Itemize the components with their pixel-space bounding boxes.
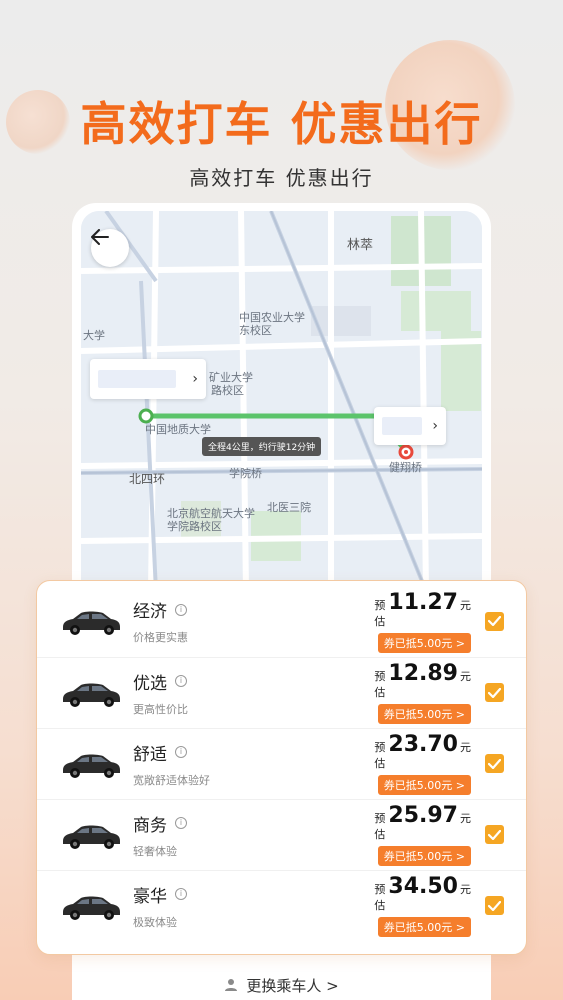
hero-subtitle: 高效打车 优惠出行	[189, 166, 374, 190]
arrow-left-icon	[91, 229, 109, 245]
ride-option-name-line: 豪华 i	[133, 882, 367, 907]
info-icon[interactable]: i	[175, 603, 187, 616]
ride-option-info: 商务 i 轻奢体验	[133, 811, 367, 859]
price-column: 预估 34.50 元券已抵5.00元 >	[367, 874, 471, 937]
ride-option-name: 舒适	[133, 744, 167, 765]
price-line: 预估 23.70 元	[367, 732, 471, 771]
ride-option-row[interactable]: 优选 i 更高性价比 预估 12.89 元券已抵5.00元 >	[37, 657, 526, 727]
ride-option-name: 优选	[133, 673, 167, 694]
checkbox-checked-icon[interactable]	[485, 825, 504, 844]
price-column: 预估 25.97 元券已抵5.00元 >	[367, 803, 471, 866]
price-prefix: 预估	[374, 741, 386, 770]
coupon-badge[interactable]: 券已抵5.00元 >	[377, 704, 471, 724]
change-passenger-label: 更换乘车人 >	[246, 976, 339, 995]
price-amount: 25.97	[388, 803, 458, 828]
ride-option-info: 舒适 i 宽敞舒适体验好	[133, 740, 367, 788]
ride-option-row[interactable]: 商务 i 轻奢体验 预估 25.97 元券已抵5.00元 >	[37, 799, 526, 869]
ride-option-desc: 价格更实惠	[133, 631, 188, 644]
price-column: 预估 12.89 元券已抵5.00元 >	[367, 661, 471, 724]
price-amount: 34.50	[388, 874, 458, 899]
ride-option-info: 经济 i 价格更实惠	[133, 597, 367, 645]
checkbox-checked-icon[interactable]	[485, 896, 504, 915]
info-icon[interactable]: i	[175, 675, 187, 687]
price-amount: 12.89	[388, 661, 458, 686]
price-unit: 元	[460, 598, 471, 612]
route-summary-tip: 全程4公里，约行驶12分钟	[202, 437, 322, 456]
map-label: 北京航空航天大学学院路校区	[167, 507, 255, 533]
pickup-address-card[interactable]: ›	[90, 359, 206, 399]
ride-option-name-line: 舒适 i	[133, 740, 367, 765]
ride-option-info: 豪华 i 极致体验	[133, 882, 367, 930]
checkbox-checked-icon[interactable]	[485, 683, 504, 702]
chevron-right-icon: ›	[432, 418, 438, 434]
ride-option-row[interactable]: 豪华 i 极致体验 预估 34.50 元券已抵5.00元 >	[37, 870, 526, 940]
ride-option-row[interactable]: 舒适 i 宽敞舒适体验好 预估 23.70 元券已抵5.00元 >	[37, 728, 526, 798]
info-icon[interactable]: i	[175, 888, 187, 900]
map-label: 中国地质大学	[145, 423, 211, 436]
price-prefix: 预估	[374, 812, 386, 841]
coupon-badge[interactable]: 券已抵5.00元 >	[377, 632, 471, 653]
ride-option-desc: 轻奢体验	[133, 844, 177, 858]
person-icon	[225, 979, 238, 991]
ride-option-info: 优选 i 更高性价比	[133, 669, 367, 717]
map-label: 大学	[83, 329, 105, 342]
price-prefix: 预估	[374, 883, 386, 912]
dropoff-address-text	[382, 417, 422, 435]
price-line: 预估 11.27 元	[367, 590, 471, 629]
ride-option-name-line: 经济 i	[133, 597, 367, 622]
map-label: 中国农业大学东校区	[239, 311, 305, 337]
coupon-badge[interactable]: 券已抵5.00元 >	[377, 775, 471, 795]
map-label: 矿业大学	[209, 371, 253, 384]
map-label: 林萃	[347, 238, 374, 253]
car-icon	[63, 611, 120, 635]
ride-option-name: 商务	[133, 815, 167, 836]
price-unit: 元	[460, 883, 471, 896]
price-line: 预估 25.97 元	[367, 803, 471, 842]
car-icon	[63, 754, 120, 778]
price-column: 预估 11.27 元券已抵5.00元 >	[367, 590, 471, 653]
price-unit: 元	[460, 670, 471, 683]
price-column: 预估 23.70 元券已抵5.00元 >	[367, 732, 471, 795]
ride-option-name: 豪华	[133, 886, 167, 907]
map-label: 路校区	[211, 384, 244, 397]
ride-option-name-line: 商务 i	[133, 811, 367, 836]
price-prefix: 预估	[374, 670, 386, 699]
ride-option-name-line: 优选 i	[133, 669, 367, 694]
map-label: 北四环	[129, 472, 166, 486]
dropoff-address-card[interactable]: ›	[374, 407, 446, 445]
price-amount: 11.27	[388, 589, 458, 615]
hero-title: 高效打车 优惠出行	[80, 97, 483, 151]
map-label: 北医三院	[267, 501, 311, 514]
price-unit: 元	[460, 812, 471, 825]
car-icon	[63, 825, 120, 849]
coupon-badge[interactable]: 券已抵5.00元 >	[377, 917, 471, 937]
price-line: 预估 12.89 元	[367, 661, 471, 700]
ride-option-desc: 宽敞舒适体验好	[133, 773, 210, 787]
ride-option-desc: 极致体验	[133, 915, 177, 929]
chevron-right-icon: ›	[192, 371, 198, 387]
back-button[interactable]	[91, 229, 129, 267]
checkbox-checked-icon[interactable]	[485, 754, 504, 773]
price-unit: 元	[460, 741, 471, 754]
car-icon	[63, 683, 120, 707]
price-amount: 23.70	[388, 732, 458, 757]
price-prefix: 预估	[374, 598, 386, 628]
coupon-badge[interactable]: 券已抵5.00元 >	[377, 846, 471, 866]
ride-options-panel: 经济 i 价格更实惠 预估 11.27 元券已抵5.00元 > 优选 i 更高性价比 预估 12.8…	[36, 580, 527, 955]
info-icon[interactable]: i	[175, 817, 187, 829]
checkbox-checked-icon[interactable]	[485, 611, 504, 631]
ride-option-name: 经济	[133, 602, 167, 622]
ride-option-desc: 更高性价比	[133, 702, 188, 716]
ride-option-row[interactable]: 经济 i 价格更实惠 预估 11.27 元券已抵5.00元 >	[37, 586, 526, 656]
map-label: 健翔桥	[389, 461, 422, 474]
info-icon[interactable]: i	[175, 746, 187, 758]
map-label: 学院桥	[229, 467, 262, 480]
map-view[interactable]: 林萃 中国农业大学东校区 矿业大学 路校区 大学 中国地质大学 北四环 学院桥 …	[81, 211, 482, 591]
car-icon	[63, 896, 120, 920]
price-line: 预估 34.50 元	[367, 874, 471, 913]
pickup-address-text	[98, 370, 176, 388]
change-passenger-button[interactable]: 更换乘车人 >	[72, 970, 491, 1000]
map-roads	[81, 211, 482, 591]
